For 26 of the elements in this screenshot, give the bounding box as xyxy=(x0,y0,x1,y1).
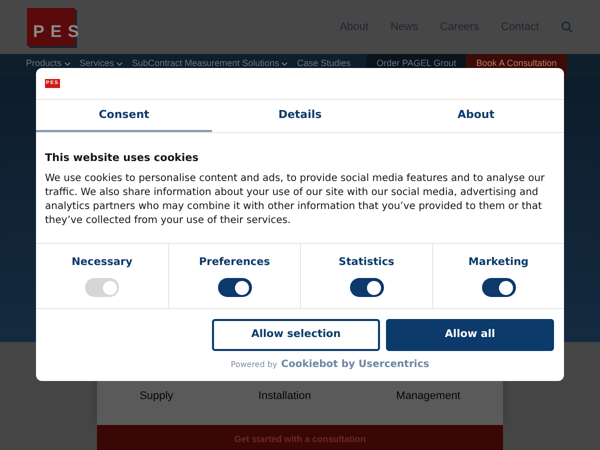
dialog-tab[interactable]: Consent xyxy=(36,100,212,132)
cookiebot-link[interactable]: Cookiebot by Usercentrics xyxy=(281,357,430,372)
category-label: Necessary xyxy=(72,254,132,270)
chevron-down-icon xyxy=(64,60,71,68)
toggle-switch[interactable] xyxy=(482,278,516,298)
nav-link[interactable]: Services xyxy=(80,57,124,70)
service-label: Management xyxy=(396,389,460,404)
powered-by-text: Powered by xyxy=(230,359,278,371)
dialog-tab[interactable]: About xyxy=(388,100,564,132)
category-label: Marketing xyxy=(468,254,529,270)
toggle-switch[interactable] xyxy=(350,278,384,298)
chevron-down-icon xyxy=(281,60,288,68)
chevron-down-icon xyxy=(116,60,124,68)
toggle-switch[interactable] xyxy=(218,278,252,298)
nav-link[interactable]: SubContract Measurement Solutions xyxy=(132,57,288,70)
dialog-tab[interactable]: Details xyxy=(212,100,388,132)
cookie-description: We use cookies to personalise content and ads, to provide social media features and to analyse our traffic. We also share information about your use of our site with our social media, advertising and analytics partners who may combine it with other information that you’ve provided to them or that they’ve collected from your use of their services. xyxy=(45,172,546,228)
category-label: Statistics xyxy=(338,254,394,270)
dialog-heading: This website uses cookies xyxy=(45,151,200,166)
category-label: Preferences xyxy=(198,254,270,270)
service-label: Installation xyxy=(258,389,311,404)
nav-link[interactable]: Products xyxy=(26,57,71,70)
allow-all-button[interactable]: Allow all xyxy=(386,319,554,351)
nav-link[interactable]: Case Studies xyxy=(297,57,351,70)
service-label: Supply xyxy=(140,389,174,404)
allow-selection-button[interactable]: Allow selection xyxy=(212,319,380,351)
